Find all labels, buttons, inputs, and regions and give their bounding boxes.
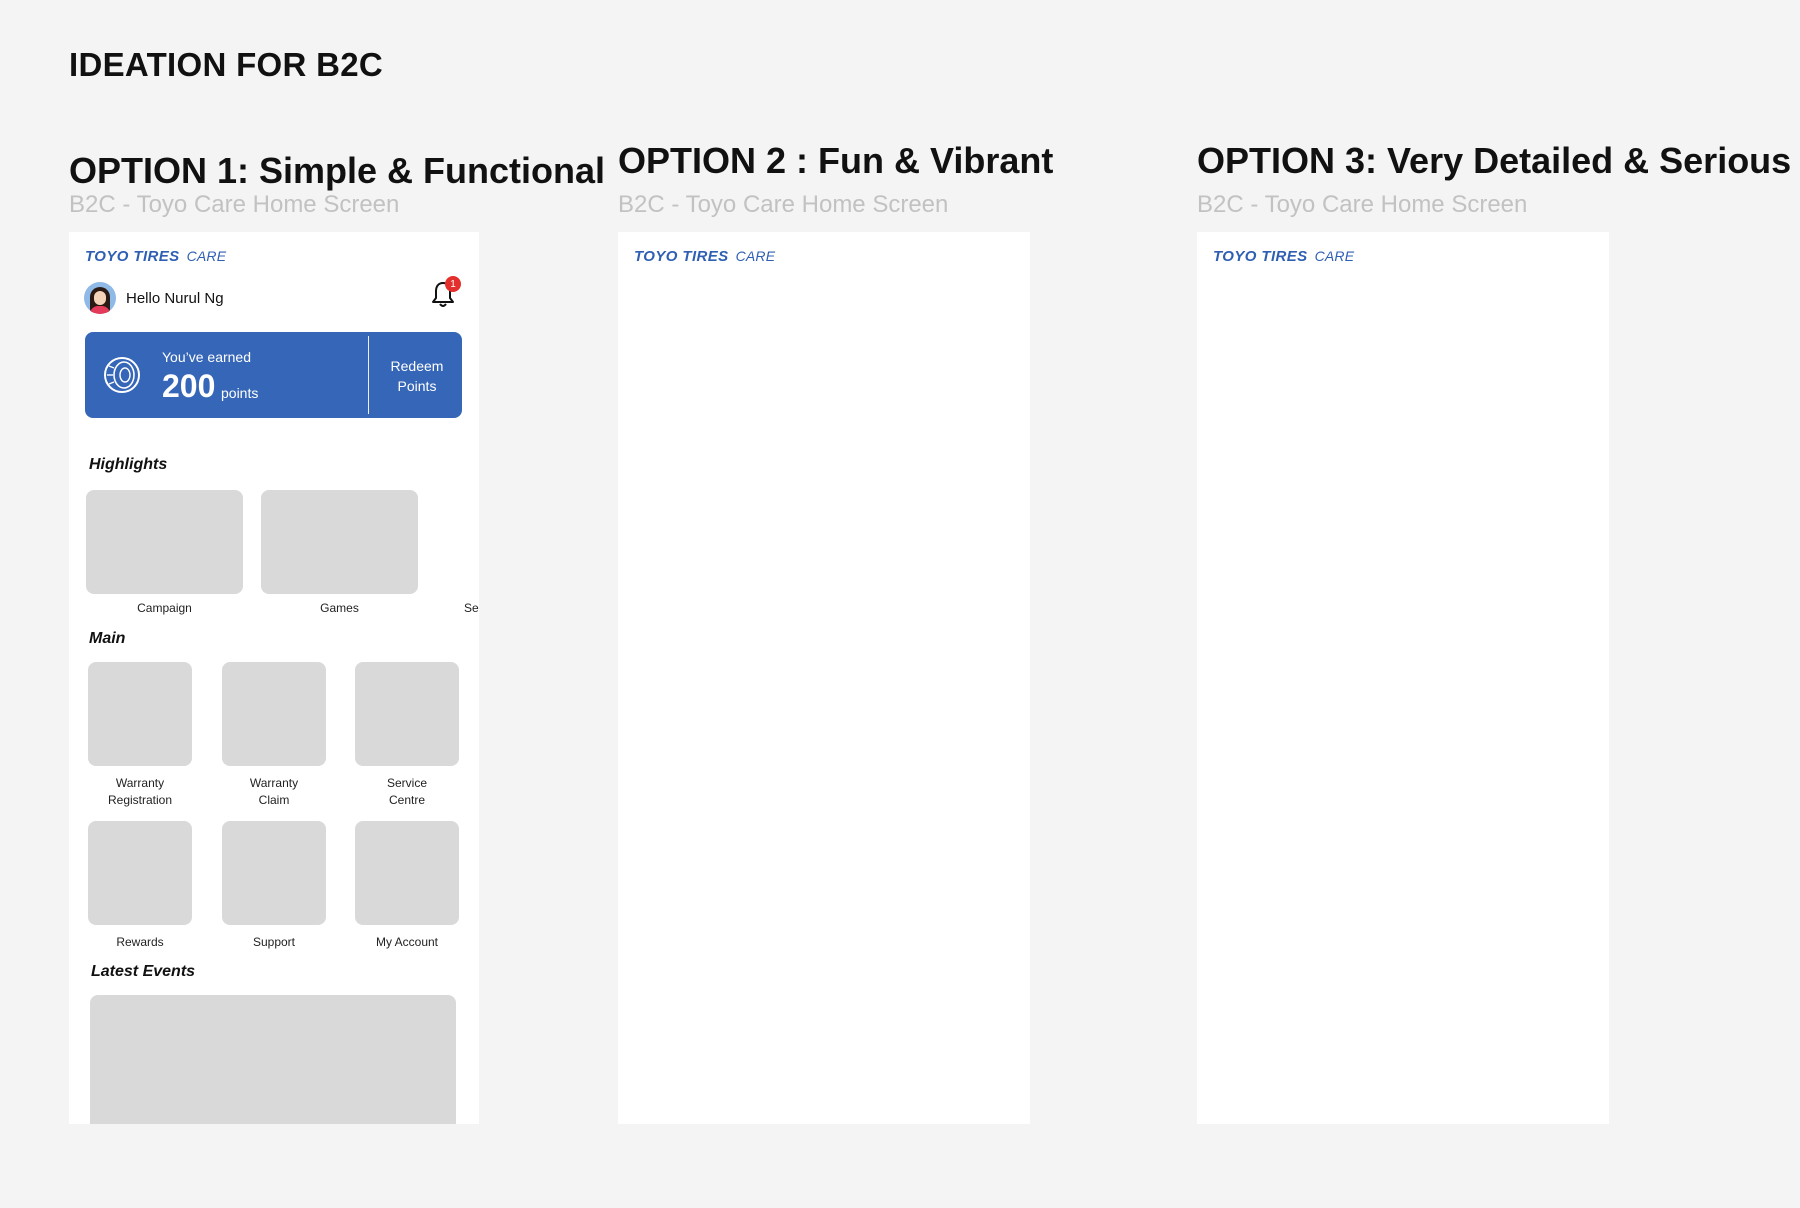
option-3-title: OPTION 3: Very Detailed & Serious	[1197, 140, 1792, 181]
greeting-text: Hello Nurul Ng	[126, 289, 224, 307]
main-label-my-account: My Account	[375, 935, 439, 949]
avatar[interactable]	[84, 282, 116, 314]
main-tile-warranty-claim[interactable]	[222, 662, 326, 766]
highlights-heading: Highlights	[89, 456, 168, 473]
option-1-phone-frame: TOYO TIRES CARE Hello Nurul Ng 1 You’ve …	[69, 232, 479, 1124]
main-heading: Main	[89, 630, 126, 647]
option-1-subtitle: B2C - Toyo Care Home Screen	[69, 191, 400, 218]
highlight-tile-campaign[interactable]	[86, 490, 243, 594]
points-card: You’ve earned 200 points Redeem Points	[85, 332, 462, 418]
logo-suffix: CARE	[735, 248, 776, 264]
points-value: 200	[162, 368, 216, 404]
option-2-subtitle: B2C - Toyo Care Home Screen	[618, 191, 949, 218]
notification-badge: 1	[445, 276, 461, 292]
redeem-points-button[interactable]: Redeem Points	[373, 356, 461, 396]
logo-suffix: CARE	[1314, 248, 1355, 264]
logo-brand: TOYO TIRES	[85, 248, 180, 265]
greeting-row: Hello Nurul Ng	[84, 282, 224, 314]
main-label-warranty-registration: Warranty Registration	[107, 776, 173, 807]
page-title: IDEATION FOR B2C	[69, 46, 384, 83]
main-tile-warranty-registration[interactable]	[88, 662, 192, 766]
points-unit: points	[221, 385, 259, 401]
main-label-warranty-claim: Warranty Claim	[249, 776, 299, 807]
logo-suffix: CARE	[186, 248, 227, 264]
option-2-title: OPTION 2 : Fun & Vibrant	[618, 140, 1054, 181]
latest-events-heading: Latest Events	[91, 963, 196, 980]
toyo-care-logo: TOYO TIRES CARE	[85, 248, 226, 265]
main-tile-service-centre[interactable]	[355, 662, 459, 766]
toyo-care-logo: TOYO TIRES CARE	[1213, 248, 1354, 265]
option-3-subtitle: B2C - Toyo Care Home Screen	[1197, 191, 1528, 218]
option-2-phone-frame: TOYO TIRES CARE	[618, 232, 1030, 1124]
tire-icon	[104, 357, 140, 393]
highlight-label-games: Games	[320, 601, 359, 615]
logo-brand: TOYO TIRES	[1213, 248, 1308, 265]
option-1-title: OPTION 1: Simple & Functional	[69, 150, 606, 191]
main-label-rewards: Rewards	[116, 935, 164, 949]
highlight-label-ser: Ser	[464, 601, 479, 615]
logo-brand: TOYO TIRES	[634, 248, 729, 265]
main-label-support: Support	[252, 935, 296, 949]
main-tile-my-account[interactable]	[355, 821, 459, 925]
toyo-care-logo: TOYO TIRES CARE	[634, 248, 775, 265]
main-tile-support[interactable]	[222, 821, 326, 925]
main-tile-rewards[interactable]	[88, 821, 192, 925]
main-label-service-centre: Service Centre	[386, 776, 427, 807]
card-divider	[368, 336, 369, 414]
option-3-phone-frame: TOYO TIRES CARE	[1197, 232, 1609, 1124]
earned-label: You’ve earned	[162, 349, 252, 365]
highlight-label-campaign: Campaign	[137, 601, 192, 615]
highlight-tile-games[interactable]	[261, 490, 418, 594]
latest-event-banner[interactable]	[90, 995, 456, 1124]
